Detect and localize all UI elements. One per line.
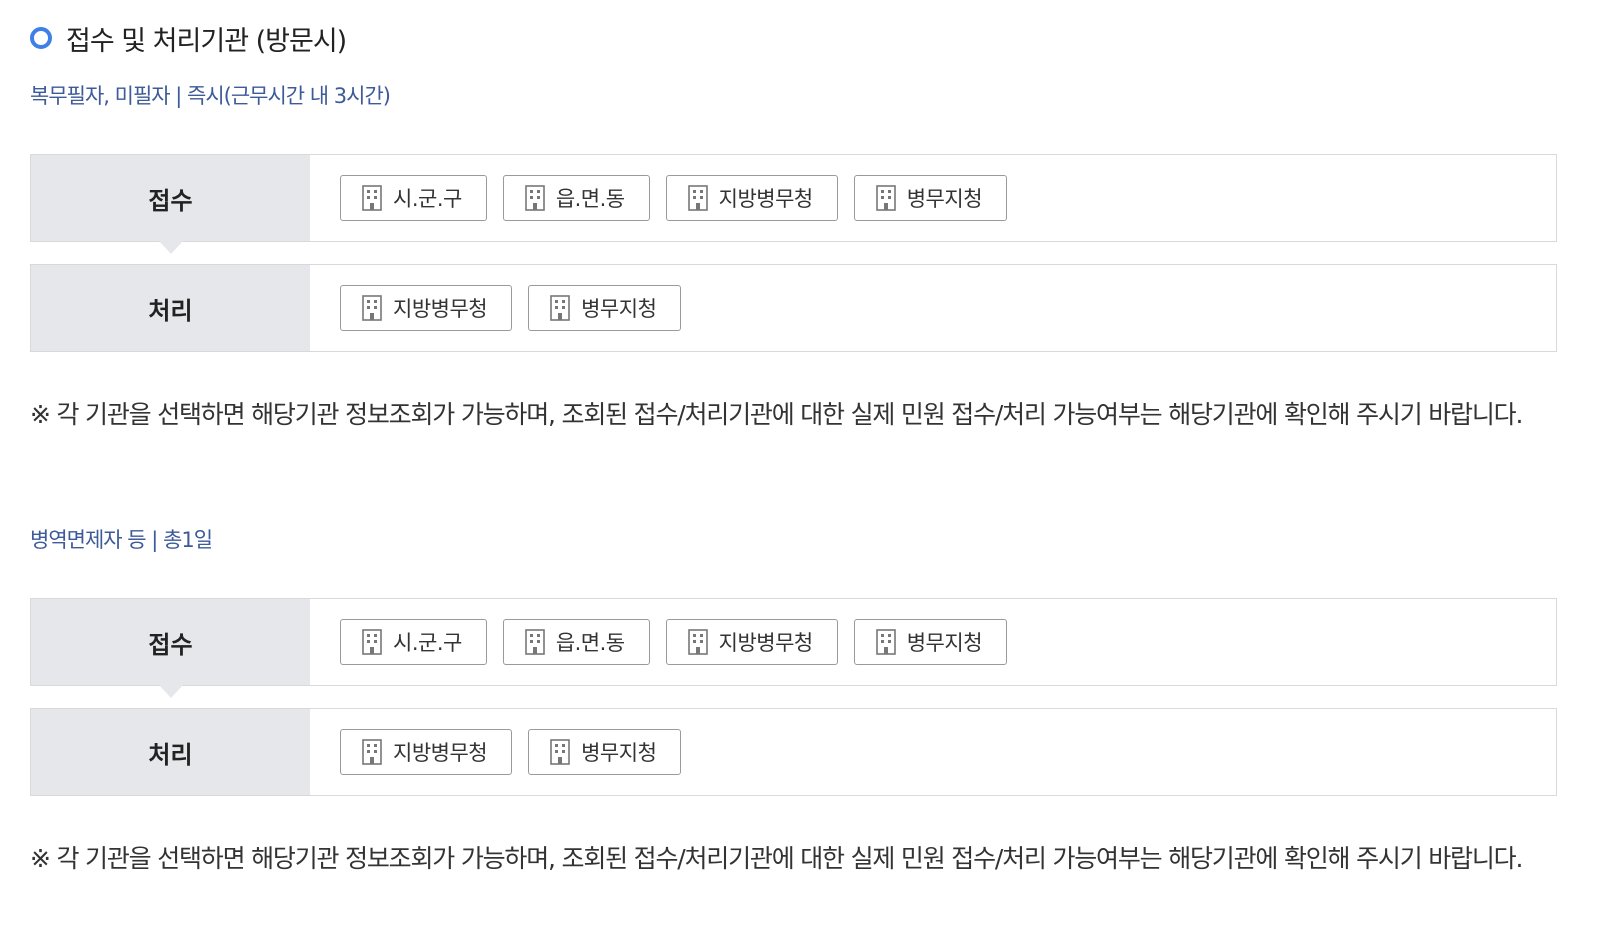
page: 접수 및 처리기관 (방문시) 복무필자, 미필자 | 즉시(근무시간 내 3시…	[0, 0, 1602, 941]
org-button[interactable]: 시.군.구	[340, 619, 487, 665]
receive-org-list: 시.군.구 읍.면.동 지방병무청 병무지청	[310, 155, 1556, 241]
org-button-label: 병무지청	[581, 297, 657, 321]
org-button[interactable]: 지방병무청	[665, 175, 838, 221]
org-button-label: 병무지청	[581, 741, 657, 765]
receive-label: 접수	[148, 186, 193, 215]
process-label: 처리	[148, 296, 193, 325]
org-button-label: 시.군.구	[393, 631, 462, 655]
building-icon	[875, 185, 896, 211]
building-icon	[362, 185, 382, 211]
building-icon	[687, 185, 708, 211]
org-button-label: 시.군.구	[393, 187, 462, 211]
building-icon	[362, 629, 382, 655]
process-header: 처리	[31, 265, 310, 351]
receive-org-list: 시.군.구 읍.면.동 지방병무청 병무지청	[310, 599, 1556, 685]
org-button-label: 읍.면.동	[555, 187, 625, 211]
org-button[interactable]: 지방병무청	[340, 729, 513, 775]
org-button[interactable]: 시.군.구	[340, 175, 487, 221]
org-button[interactable]: 지방병무청	[665, 619, 838, 665]
process-header: 처리	[31, 709, 310, 795]
process-org-list: 지방병무청 병무지청	[310, 709, 1556, 795]
down-arrow-icon	[158, 685, 183, 698]
receive-header: 접수	[31, 155, 310, 254]
org-button[interactable]: 읍.면.동	[502, 175, 650, 221]
process-block: 접수 시.군.구 읍.면.동 지방병무청 병무지청 처리 지방병무청 병무지청	[30, 154, 1557, 352]
receive-row: 접수 시.군.구 읍.면.동 지방병무청 병무지청	[30, 154, 1557, 254]
building-icon	[362, 295, 382, 321]
receive-label: 접수	[148, 630, 193, 659]
section-title-text: 접수 및 처리기관 (방문시)	[66, 25, 347, 57]
org-button[interactable]: 병무지청	[528, 729, 682, 775]
org-button[interactable]: 지방병무청	[340, 285, 513, 331]
receive-header: 접수	[31, 599, 310, 698]
org-button[interactable]: 병무지청	[853, 619, 1008, 665]
process-row: 처리 지방병무청 병무지청	[30, 708, 1557, 796]
org-button-label: 지방병무청	[393, 297, 488, 321]
receive-row: 접수 시.군.구 읍.면.동 지방병무청 병무지청	[30, 598, 1557, 698]
building-icon	[525, 629, 545, 655]
process-row: 처리 지방병무청 병무지청	[30, 264, 1557, 352]
process-org-list: 지방병무청 병무지청	[310, 265, 1556, 351]
building-icon	[687, 629, 708, 655]
building-icon	[525, 185, 545, 211]
org-button-label: 병무지청	[906, 187, 983, 211]
process-block: 접수 시.군.구 읍.면.동 지방병무청 병무지청 처리 지방병무청 병무지청	[30, 598, 1557, 796]
circle-bullet-icon	[30, 27, 52, 49]
section-title: 접수 및 처리기관 (방문시)	[30, 18, 347, 58]
org-button-label: 지방병무청	[718, 631, 814, 655]
building-icon	[875, 629, 896, 655]
org-button[interactable]: 읍.면.동	[502, 619, 650, 665]
org-button-label: 지방병무청	[718, 187, 814, 211]
org-button-label: 읍.면.동	[555, 631, 625, 655]
building-icon	[362, 739, 382, 765]
group-label: 복무필자, 미필자 | 즉시(근무시간 내 3시간)	[30, 84, 391, 108]
org-button[interactable]: 병무지청	[853, 175, 1008, 221]
group-label: 병역면제자 등 | 총1일	[30, 528, 213, 552]
notice-text: ※ 각 기관을 선택하면 해당기관 정보조회가 가능하며, 조회된 접수/처리기…	[30, 400, 1523, 429]
org-button[interactable]: 병무지청	[528, 285, 682, 331]
org-button-label: 지방병무청	[393, 741, 488, 765]
process-label: 처리	[148, 740, 193, 769]
notice-text: ※ 각 기관을 선택하면 해당기관 정보조회가 가능하며, 조회된 접수/처리기…	[30, 844, 1523, 873]
building-icon	[550, 739, 570, 765]
building-icon	[550, 295, 570, 321]
org-button-label: 병무지청	[906, 631, 983, 655]
down-arrow-icon	[158, 241, 183, 254]
